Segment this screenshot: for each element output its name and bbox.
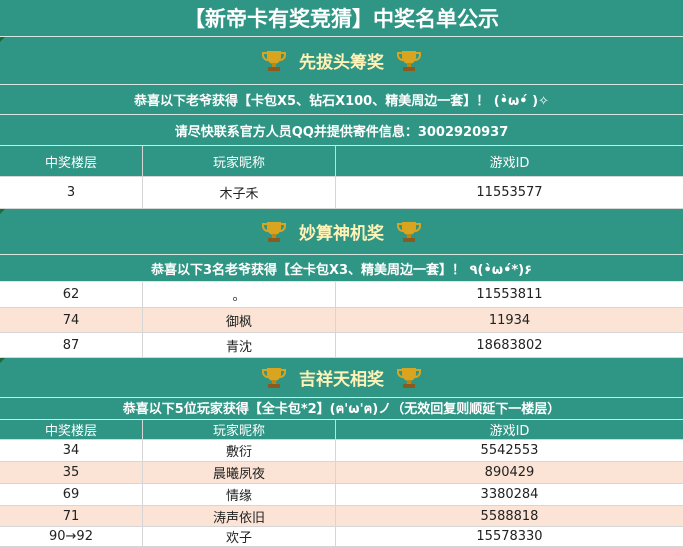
game-id-cell: 3380284 [480, 487, 539, 502]
trophy-icon [262, 50, 286, 71]
contact-note: 请尽快联系官方人员QQ并提供寄件信息：3002920937 [0, 115, 683, 146]
game-id-cell: 18683802 [476, 337, 543, 353]
column-header-game-id: 游戏ID [489, 424, 530, 439]
game-id-cell: 5542553 [480, 443, 539, 458]
floor-cell: 35 [0, 462, 143, 483]
column-header-nickname: 玩家昵称 [143, 146, 336, 176]
game-id-cell: 890429 [484, 465, 535, 480]
column-header-nickname: 玩家昵称 [143, 420, 336, 439]
game-id-cell: 11553811 [476, 287, 543, 302]
table-row: 71 涛声依旧 5588818 [0, 506, 683, 527]
table-row: 62 。 11553811 [0, 282, 683, 308]
table-row: 35 晨曦夙夜 890429 [0, 462, 683, 484]
section-title: 先拔头筹奖 [299, 53, 384, 73]
nickname-cell: 欢子 [143, 527, 336, 546]
nickname-cell: 涛声依旧 [143, 506, 336, 526]
section-title: 妙算神机奖 [299, 224, 384, 244]
nickname-cell: 青沈 [143, 333, 336, 357]
game-id-cell: 15578330 [476, 529, 543, 544]
trophy-icon [397, 221, 421, 242]
page-title: 【新帝卡有奖竞猜】中奖名单公示 [0, 0, 683, 37]
table-header: 中奖楼层 玩家昵称 游戏ID [0, 146, 683, 177]
column-header-floor: 中奖楼层 [0, 146, 143, 176]
table-header: 中奖楼层 玩家昵称 游戏ID [0, 420, 683, 440]
section-title: 吉祥天相奖 [299, 370, 384, 390]
floor-cell: 62 [0, 282, 143, 307]
comment-marker [0, 37, 5, 42]
table-row: 69 情缘 3380284 [0, 484, 683, 506]
trophy-icon [262, 221, 286, 242]
award-sheet: 【新帝卡有奖竞猜】中奖名单公示 先拔头筹奖 恭喜以下老爷获得【卡包X5、钻石X1… [0, 0, 683, 547]
trophy-icon [262, 367, 286, 388]
table-row: 3 木子禾 11553577 [0, 177, 683, 209]
floor-cell: 69 [0, 484, 143, 505]
table-row: 87 青沈 18683802 [0, 333, 683, 358]
comment-marker [0, 209, 5, 214]
game-id-cell: 11553577 [476, 185, 543, 200]
section-note: 恭喜以下3名老爷获得【全卡包X3、精美周边一套】！ ٩(•̀ω•́*)۶ [0, 255, 683, 282]
game-id-cell: 5588818 [480, 508, 539, 524]
floor-cell: 90→92 [0, 527, 143, 546]
section-note: 恭喜以下5位玩家获得【全卡包*2】(ฅ'ω'ฅ)ノ（无效回复则顺延下一楼层） [0, 398, 683, 420]
trophy-icon [397, 367, 421, 388]
section-header-2: 妙算神机奖 [0, 209, 683, 255]
table-row: 34 敷衍 5542553 [0, 440, 683, 462]
nickname-cell: 。 [143, 282, 336, 307]
floor-cell: 34 [0, 440, 143, 461]
nickname-cell: 御枫 [143, 308, 336, 332]
section-header-3: 吉祥天相奖 [0, 358, 683, 398]
table-row: 90→92 欢子 15578330 [0, 527, 683, 547]
column-header-floor: 中奖楼层 [0, 420, 143, 439]
game-id-cell: 11934 [488, 312, 531, 328]
floor-cell: 87 [0, 333, 143, 357]
floor-cell: 71 [0, 506, 143, 526]
floor-cell: 74 [0, 308, 143, 332]
table-row: 74 御枫 11934 [0, 308, 683, 333]
nickname-cell: 情缘 [143, 484, 336, 505]
section-note: 恭喜以下老爷获得【卡包X5、钻石X100、精美周边一套】！ (•̀ω•́ )✧ [0, 85, 683, 115]
column-header-game-id: 游戏ID [489, 155, 530, 171]
nickname-cell: 晨曦夙夜 [143, 462, 336, 483]
floor-cell: 3 [0, 177, 143, 208]
nickname-cell: 木子禾 [143, 177, 336, 208]
trophy-icon [397, 50, 421, 71]
nickname-cell: 敷衍 [143, 440, 336, 461]
section-header-1: 先拔头筹奖 [0, 37, 683, 85]
comment-marker [0, 358, 5, 363]
